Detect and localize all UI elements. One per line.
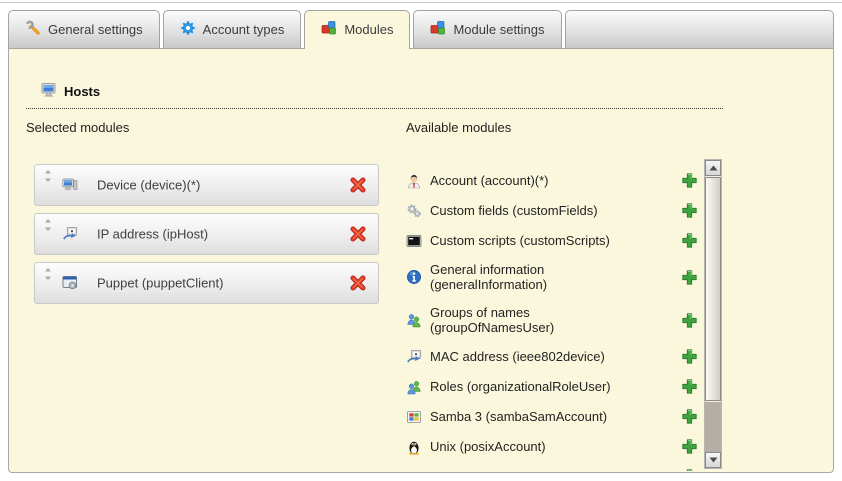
drag-updown-icon[interactable] (44, 219, 52, 231)
tab-strip-filler (565, 10, 834, 48)
available-modules-scrollbar[interactable] (704, 159, 722, 469)
available-module-label: Unix (posixAccount) (430, 439, 630, 454)
add-plus-icon[interactable] (681, 269, 698, 286)
selected-module-label: IP address (ipHost) (97, 227, 208, 242)
available-module-label: MAC address (ieee802device) (430, 349, 630, 364)
drag-updown-icon[interactable] (44, 268, 52, 280)
available-module-custom-fields: Custom fields (customFields) (406, 195, 704, 225)
samba-icon (406, 409, 422, 425)
available-module-groups-of-names: Groups of names (groupOfNamesUser) (406, 298, 704, 341)
ip-address-icon (62, 226, 78, 242)
custom-scripts-icon (406, 233, 422, 249)
add-plus-icon[interactable] (681, 468, 698, 471)
available-module-label: Account (account)(*) (430, 173, 630, 188)
add-plus-icon[interactable] (681, 312, 698, 329)
tab-modules[interactable]: Modules (304, 10, 410, 49)
delete-x-icon[interactable] (349, 176, 367, 194)
add-plus-icon[interactable] (681, 378, 698, 395)
add-plus-icon[interactable] (681, 438, 698, 455)
scroll-up-icon[interactable] (705, 160, 721, 176)
drag-updown-icon[interactable] (44, 170, 52, 182)
group-icon (406, 312, 422, 328)
available-module-samba-3: Samba 3 (sambaSamAccount) (406, 401, 704, 431)
available-module-roles: Roles (organizationalRoleUser) (406, 371, 704, 401)
selected-modules-list: Device (device)(*) (34, 164, 379, 311)
unix-icon (406, 439, 422, 455)
section-title: Hosts (64, 84, 100, 99)
available-module-general-information: General information (generalInformation) (406, 255, 704, 298)
roles-icon (406, 379, 422, 395)
configuration-dialog: General settings Account types (8, 10, 834, 473)
tab-account-types[interactable]: Account types (163, 10, 302, 48)
section-header-hosts: Hosts (26, 82, 723, 109)
available-module-label: Custom fields (customFields) (430, 203, 630, 218)
available-modules-list: Account (account)(*) (406, 165, 704, 471)
available-module-label: Custom scripts (customScripts) (430, 233, 630, 248)
selected-module-ip-address[interactable]: IP address (ipHost) (34, 213, 379, 255)
tab-module-settings[interactable]: Module settings (413, 10, 561, 48)
info-icon (406, 269, 422, 285)
delete-x-icon[interactable] (349, 225, 367, 243)
selected-modules-heading: Selected modules (26, 120, 129, 135)
device-icon (62, 177, 78, 193)
add-plus-icon[interactable] (681, 172, 698, 189)
tab-label: General settings (48, 22, 143, 37)
account-icon (406, 173, 422, 189)
available-module-unix: Unix (posixAccount) (406, 431, 704, 461)
wrench-icon (25, 20, 41, 39)
tab-label: Module settings (453, 22, 544, 37)
add-plus-icon[interactable] (681, 202, 698, 219)
puppet-icon (62, 275, 78, 291)
tab-general-settings[interactable]: General settings (8, 10, 160, 48)
modules-icon (430, 20, 446, 39)
add-plus-icon[interactable] (681, 408, 698, 425)
selected-module-label: Device (device)(*) (97, 178, 200, 193)
monitor-icon (41, 82, 57, 101)
available-module-label: Samba 3 (sambaSamAccount) (430, 409, 630, 424)
available-module-label: Roles (organizationalRoleUser) (430, 379, 630, 394)
available-module-label: Groups of names (groupOfNamesUser) (430, 305, 630, 335)
scrollbar-thumb[interactable] (705, 177, 721, 401)
selected-module-device[interactable]: Device (device)(*) (34, 164, 379, 206)
gear-icon (180, 20, 196, 39)
available-module-custom-scripts: Custom scripts (customScripts) (406, 225, 704, 255)
available-modules-heading: Available modules (406, 120, 511, 135)
scrollbar-track[interactable] (705, 402, 721, 452)
selected-module-puppet[interactable]: Puppet (puppetClient) (34, 262, 379, 304)
available-module-account: Account (account)(*) (406, 165, 704, 195)
selected-module-label: Puppet (puppetClient) (97, 276, 223, 291)
tab-label: Account types (203, 22, 285, 37)
tab-label: Modules (344, 22, 393, 37)
available-module-label: Windows (windowsHost)(*) (430, 469, 630, 471)
scroll-down-icon[interactable] (705, 452, 721, 468)
custom-fields-icon (406, 203, 422, 219)
add-plus-icon[interactable] (681, 232, 698, 249)
delete-x-icon[interactable] (349, 274, 367, 292)
mac-address-icon (406, 349, 422, 365)
page-top-divider (0, 2, 842, 3)
add-plus-icon[interactable] (681, 348, 698, 365)
available-module-windows: Windows (windowsHost)(*) (406, 461, 704, 471)
windows-icon (406, 469, 422, 472)
modules-panel: Hosts Selected modules Available modules (8, 48, 834, 473)
available-module-mac-address: MAC address (ieee802device) (406, 341, 704, 371)
available-module-label: General information (generalInformation) (430, 262, 630, 292)
modules-icon (321, 20, 337, 39)
tab-strip: General settings Account types (8, 10, 834, 48)
